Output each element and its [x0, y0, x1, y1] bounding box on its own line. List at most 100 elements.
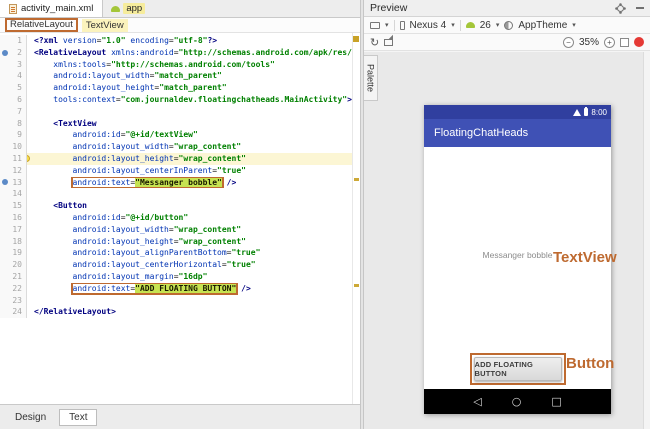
tab-label: activity_main.xml [21, 3, 93, 14]
editor-tab-bar: activity_main.xml app [0, 0, 360, 18]
device-nav-bar: ◁ ○ □ [424, 389, 611, 414]
code-line[interactable]: 7 [0, 106, 360, 118]
code-line[interactable]: 1<?xml version="1.0" encoding="utf-8"?> [0, 35, 360, 47]
code-line[interactable]: 22 android:text="ADD FLOATING BUTTON" /> [0, 283, 360, 295]
zoom-in-button[interactable]: + [604, 37, 615, 48]
code-line[interactable]: 8 <TextView [0, 118, 360, 130]
error-stripe[interactable] [352, 33, 360, 404]
editor-gutter: 13 [0, 177, 27, 189]
chevron-down-icon: ▾ [451, 21, 455, 29]
wifi-icon [573, 109, 581, 116]
tab-design[interactable]: Design [5, 409, 56, 426]
inspection-indicator [353, 36, 359, 42]
intention-bulb-icon[interactable] [27, 155, 30, 162]
preview-panel: Preview ▾ Nexus 4 ▾ 26 ▾ AppTheme ▾ ↻ − … [364, 0, 650, 429]
recents-icon: □ [551, 395, 561, 408]
preview-zoom-toolbar: ↻ − 35% + [364, 34, 650, 51]
line-number: 2 [17, 47, 22, 59]
stripe-mark[interactable] [354, 178, 359, 181]
editor-gutter: 1 [0, 35, 27, 47]
code-line[interactable]: 10 android:layout_width="wrap_content" [0, 141, 360, 153]
code-line[interactable]: 5 android:layout_height="match_parent" [0, 82, 360, 94]
editor-gutter: 16 [0, 212, 27, 224]
editor-mode-tabs: Design Text [0, 404, 360, 429]
code-line[interactable]: 17 android:layout_width="wrap_content" [0, 224, 360, 236]
code-line[interactable]: 24</RelativeLayout> [0, 306, 360, 318]
theme-selector[interactable]: AppTheme [518, 20, 567, 31]
editor-gutter: 8 [0, 118, 27, 130]
code-line[interactable]: 20 android:layout_centerHorizontal="true… [0, 259, 360, 271]
status-time: 8:00 [591, 108, 607, 117]
line-number: 13 [12, 177, 22, 189]
editor-gutter: 12 [0, 165, 27, 177]
code-line[interactable]: 4 android:layout_width="match_parent" [0, 70, 360, 82]
palette-tab[interactable]: Palette [364, 55, 378, 101]
breadcrumb: RelativeLayout TextView [0, 18, 360, 33]
render-error-indicator[interactable] [634, 37, 644, 47]
code-line[interactable]: 13 android:text="Messanger bobble" /> [0, 177, 360, 189]
line-number: 9 [17, 129, 22, 141]
tab-text[interactable]: Text [59, 409, 97, 426]
code-line[interactable]: 14 [0, 188, 360, 200]
code-line[interactable]: 21 android:layout_margin="16dp" [0, 271, 360, 283]
editor-panel: activity_main.xml app RelativeLayout Tex… [0, 0, 360, 429]
line-number: 7 [17, 106, 22, 118]
code-line[interactable]: 15 <Button [0, 200, 360, 212]
editor-gutter: 10 [0, 141, 27, 153]
api-level-selector[interactable]: 26 [480, 20, 491, 31]
editor-gutter: 21 [0, 271, 27, 283]
editor-gutter: 20 [0, 259, 27, 271]
annotation-box-button: ADD FLOATING BUTTON [470, 353, 566, 385]
zoom-out-button[interactable]: − [563, 37, 574, 48]
code-line[interactable]: 18 android:layout_height="wrap_content" [0, 236, 360, 248]
app-module-label: app [123, 3, 145, 14]
virtual-device-icon[interactable] [370, 22, 380, 29]
device-selector[interactable]: Nexus 4 [410, 20, 447, 31]
gutter-icon [2, 179, 8, 185]
chevron-down-icon: ▾ [572, 21, 576, 29]
collapse-icon[interactable] [636, 7, 644, 9]
code-line[interactable]: 9 android:id="@+id/textView" [0, 129, 360, 141]
code-line[interactable]: 6 tools:context="com.journaldev.floating… [0, 94, 360, 106]
line-number: 5 [17, 82, 22, 94]
code-line[interactable]: 19 android:layout_alignParentBottom="tru… [0, 247, 360, 259]
code-line[interactable]: 3 xmlns:tools="http://schemas.android.co… [0, 59, 360, 71]
code-line[interactable]: 11 android:layout_height="wrap_content" [0, 153, 360, 165]
orientation-icon[interactable] [384, 39, 393, 46]
editor-gutter: 19 [0, 247, 27, 259]
android-studio-window: activity_main.xml app RelativeLayout Tex… [0, 0, 650, 429]
code-line[interactable]: 16 android:id="@+id/button" [0, 212, 360, 224]
editor-gutter: 3 [0, 59, 27, 71]
line-number: 21 [12, 271, 22, 283]
editor-gutter: 15 [0, 200, 27, 212]
breadcrumb-relativelayout[interactable]: RelativeLayout [5, 18, 78, 32]
code-editor[interactable]: 1<?xml version="1.0" encoding="utf-8"?>2… [0, 33, 360, 404]
chevron-down-icon: ▾ [385, 21, 389, 29]
zoom-fit-icon[interactable] [620, 38, 629, 47]
gutter-icon [2, 50, 8, 56]
code-line[interactable]: 12 android:layout_centerInParent="true" [0, 165, 360, 177]
line-number: 19 [12, 247, 22, 259]
line-number: 16 [12, 212, 22, 224]
app-module-item[interactable]: app [103, 0, 153, 17]
code-line[interactable]: 2<RelativeLayout xmlns:android="http://s… [0, 47, 360, 59]
device-app-bar: FloatingChatHeads [424, 119, 611, 147]
preview-button[interactable]: ADD FLOATING BUTTON [474, 357, 562, 381]
editor-gutter: 2 [0, 47, 27, 59]
android-api-icon [466, 22, 475, 28]
preview-scrollbar[interactable] [643, 52, 650, 429]
editor-gutter: 24 [0, 306, 27, 318]
device-status-bar: 8:00 [424, 105, 611, 119]
editor-gutter: 4 [0, 70, 27, 82]
toolbar-separator [394, 20, 395, 31]
line-number: 22 [12, 283, 22, 295]
stripe-mark[interactable] [354, 284, 359, 287]
breadcrumb-textview[interactable]: TextView [82, 19, 128, 32]
line-number: 4 [17, 70, 22, 82]
line-number: 24 [12, 306, 22, 318]
refresh-icon[interactable]: ↻ [370, 37, 379, 48]
tab-activity-main-xml[interactable]: activity_main.xml [0, 0, 103, 17]
gear-icon[interactable] [617, 5, 624, 12]
line-number: 1 [17, 35, 22, 47]
code-line[interactable]: 23 [0, 295, 360, 307]
